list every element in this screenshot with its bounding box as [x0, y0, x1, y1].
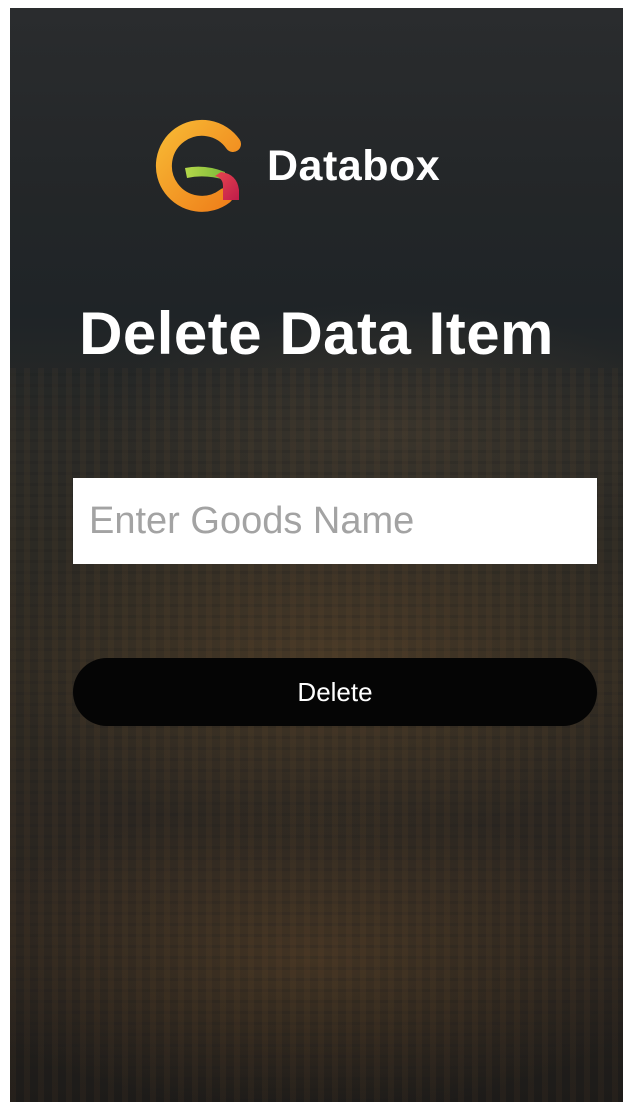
goods-name-input[interactable] — [73, 478, 597, 564]
brand-header: Databox — [155, 116, 440, 216]
app-frame: Databox Delete Data Item Delete — [0, 0, 623, 1110]
delete-button[interactable]: Delete — [73, 658, 597, 726]
login-screen: Databox Delete Data Item Delete — [10, 8, 623, 1102]
brand-name: Databox — [267, 141, 441, 190]
page-title: Delete Data Item — [79, 300, 554, 367]
databox-logo-icon — [155, 119, 241, 212]
